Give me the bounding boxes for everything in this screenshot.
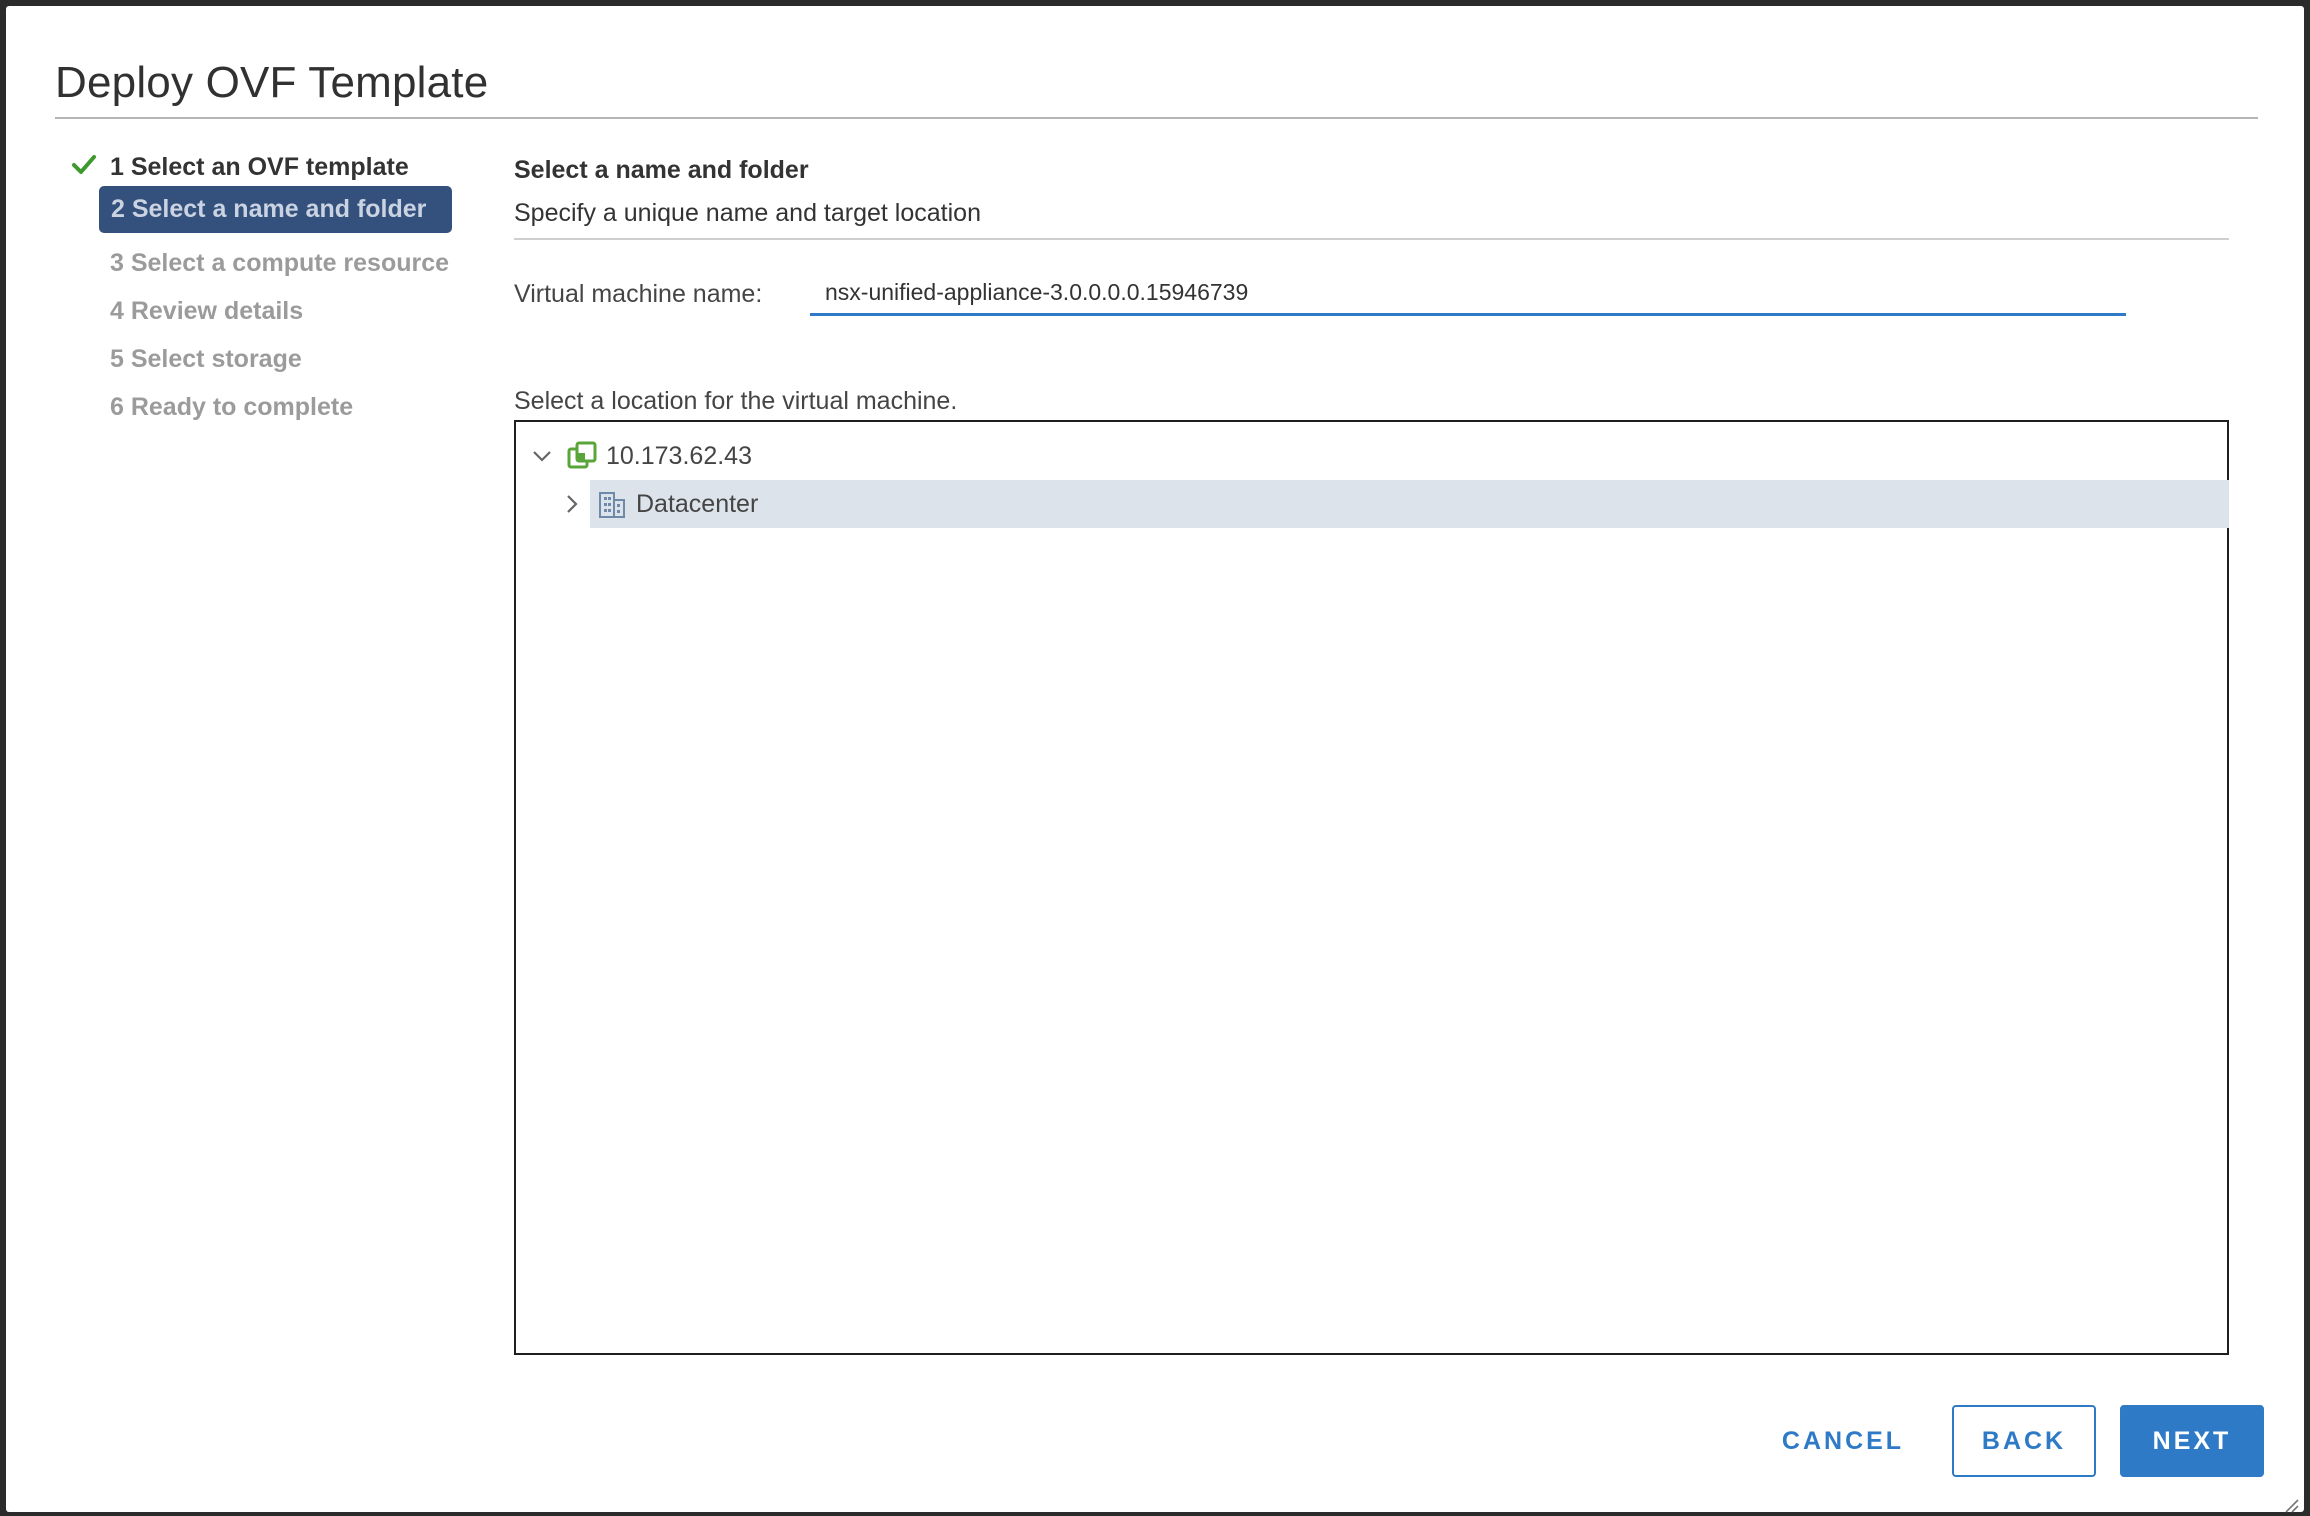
cancel-button[interactable]: CANCEL xyxy=(1768,1405,1918,1477)
tree-node-label: 10.173.62.43 xyxy=(606,441,752,470)
title-divider xyxy=(55,117,2258,119)
step-ready-to-complete: 6 Ready to complete xyxy=(110,393,354,421)
section-title: Select a name and folder xyxy=(514,156,809,184)
section-subtitle: Specify a unique name and target locatio… xyxy=(514,199,981,227)
vcenter-icon xyxy=(567,441,597,469)
vm-name-label: Virtual machine name: xyxy=(514,280,763,308)
deploy-ovf-dialog: Deploy OVF Template 1 Select an OVF temp… xyxy=(6,6,2304,1514)
location-tree[interactable]: 10.173.62.43 Datacenter xyxy=(514,420,2229,1355)
step-select-ovf-template[interactable]: 1 Select an OVF template xyxy=(110,153,409,182)
tree-node-vcenter[interactable]: 10.173.62.43 xyxy=(528,432,752,480)
step-select-name-and-folder[interactable]: 2 Select a name and folder xyxy=(99,186,453,233)
chevron-down-icon[interactable] xyxy=(528,442,556,470)
back-button[interactable]: BACK xyxy=(1952,1405,2096,1477)
dialog-title: Deploy OVF Template xyxy=(55,58,489,107)
step-select-storage: 5 Select storage xyxy=(110,345,302,373)
chevron-right-icon[interactable] xyxy=(558,490,586,518)
location-label: Select a location for the virtual machin… xyxy=(514,387,958,415)
check-icon xyxy=(72,155,96,174)
step-select-compute-resource: 3 Select a compute resource xyxy=(110,249,450,277)
vm-name-input[interactable] xyxy=(810,272,2126,316)
tree-node-datacenter[interactable]: Datacenter xyxy=(558,480,2229,528)
resize-handle-icon[interactable] xyxy=(2282,1496,2300,1514)
section-divider xyxy=(514,238,2229,240)
tree-node-label: Datacenter xyxy=(636,489,759,518)
datacenter-icon xyxy=(599,492,625,518)
step-review-details: 4 Review details xyxy=(110,297,304,325)
next-button[interactable]: NEXT xyxy=(2120,1405,2264,1477)
